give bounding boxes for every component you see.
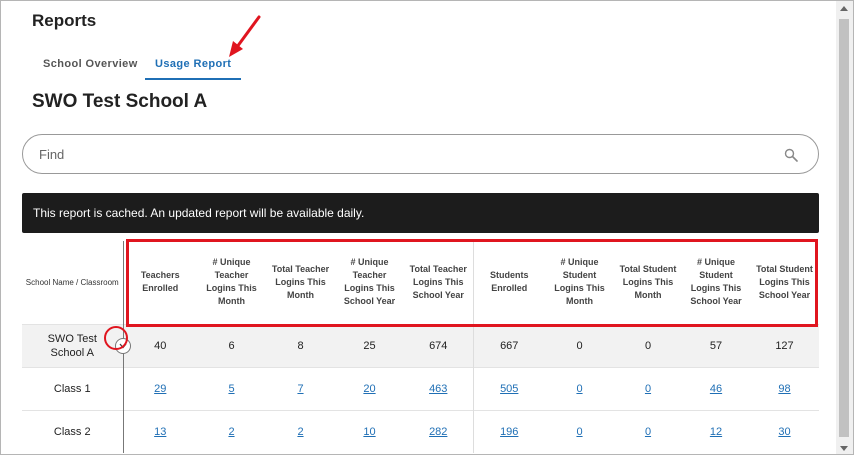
table-cell: 13 — [123, 409, 197, 453]
table-cell: 20 — [335, 366, 404, 410]
table-cell: 505 — [473, 366, 545, 410]
table-cell: 2 — [266, 409, 335, 453]
table-cell: 0 — [614, 366, 682, 410]
table-cell-link[interactable]: 98 — [778, 383, 790, 395]
table-cell: 98 — [750, 366, 819, 410]
table-cell: 5 — [197, 366, 266, 410]
table-cell: 196 — [473, 409, 545, 453]
table-cell: 282 — [404, 409, 474, 453]
annotation-highlight-box — [126, 239, 818, 327]
table-cell: 40 — [123, 323, 197, 367]
table-cell: 10 — [335, 409, 404, 453]
table-cell: 127 — [750, 323, 819, 367]
annotation-circle — [104, 326, 128, 350]
table-cell: 0 — [614, 323, 682, 367]
table-cell: 12 — [682, 409, 750, 453]
table-cell: 667 — [473, 323, 545, 367]
table-cell: 8 — [266, 323, 335, 367]
table-cell-link[interactable]: 13 — [154, 426, 166, 438]
table-cell-link[interactable]: 0 — [645, 426, 651, 438]
scrollbar-thumb[interactable] — [839, 19, 849, 437]
table-cell-link[interactable]: 2 — [297, 426, 303, 438]
search-box — [22, 134, 819, 174]
class-name: Class 1 — [22, 366, 124, 410]
search-icon[interactable] — [784, 148, 798, 162]
table-cell-link[interactable]: 505 — [500, 383, 518, 395]
table-cell-link[interactable]: 7 — [297, 383, 303, 395]
table-cell-link[interactable]: 29 — [154, 383, 166, 395]
table-cell-link[interactable]: 0 — [576, 383, 582, 395]
annotation-arrow-icon — [229, 15, 261, 57]
column-header-school-name: School Name / Classroom — [22, 241, 124, 324]
table-cell: 7 — [266, 366, 335, 410]
search-input[interactable] — [39, 144, 759, 164]
table-cell: 463 — [404, 366, 474, 410]
page-header-title: Reports — [32, 11, 97, 30]
table-cell: 0 — [614, 409, 682, 453]
table-cell-link[interactable]: 0 — [576, 426, 582, 438]
table-cell-link[interactable]: 5 — [228, 383, 234, 395]
table-cell-link[interactable]: 12 — [710, 426, 722, 438]
table-cell: 2 — [197, 409, 266, 453]
table-cell-link[interactable]: 0 — [645, 383, 651, 395]
table-cell-link[interactable]: 2 — [228, 426, 234, 438]
class-name: Class 2 — [22, 409, 124, 453]
table-cell: 674 — [404, 323, 474, 367]
table-row-class-2: Class 2 13 2 2 10 282 196 0 0 12 30 — [22, 409, 819, 453]
table-cell-link[interactable]: 20 — [363, 383, 375, 395]
school-title: SWO Test School A — [32, 91, 208, 112]
table-cell-link[interactable]: 196 — [500, 426, 518, 438]
scroll-down-icon[interactable] — [840, 446, 848, 452]
table-cell: 0 — [545, 323, 614, 367]
table-row-class-1: Class 1 29 5 7 20 463 505 0 0 46 98 — [22, 366, 819, 410]
table-cell-link[interactable]: 282 — [429, 426, 447, 438]
table-cell: 6 — [197, 323, 266, 367]
table-row-school: SWO Test School A 40 6 8 25 674 667 0 0 … — [22, 323, 819, 367]
table-cell-link[interactable]: 463 — [429, 383, 447, 395]
tab-school-overview[interactable]: School Overview — [43, 58, 138, 70]
table-cell: 0 — [545, 409, 614, 453]
table-cell-link[interactable]: 10 — [363, 426, 375, 438]
table-cell: 0 — [545, 366, 614, 410]
table-cell-link[interactable]: 30 — [778, 426, 790, 438]
vertical-scrollbar[interactable] — [836, 1, 853, 454]
school-name: SWO Test School A — [47, 332, 97, 359]
table-cell-link[interactable]: 46 — [710, 383, 722, 395]
table-cell: 46 — [682, 366, 750, 410]
cache-notice-banner: This report is cached. An updated report… — [22, 193, 819, 233]
table-cell: 30 — [750, 409, 819, 453]
table-cell: 57 — [682, 323, 750, 367]
table-cell: 25 — [335, 323, 404, 367]
table-cell: 29 — [123, 366, 197, 410]
scroll-up-icon[interactable] — [840, 5, 848, 11]
report-window: Reports School Overview Usage Report SWO… — [0, 0, 854, 455]
